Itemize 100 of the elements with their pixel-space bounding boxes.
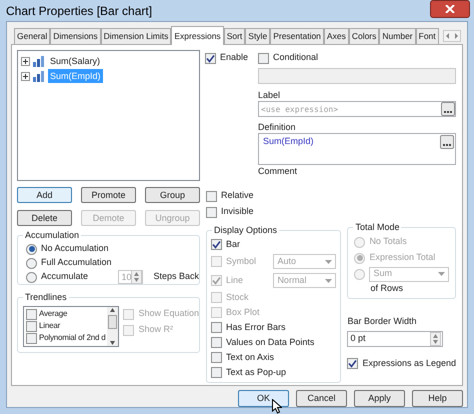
radio-label: No Accumulation	[41, 242, 110, 256]
checkbox-label: Average	[39, 308, 68, 320]
radio-button[interactable]	[26, 244, 37, 254]
field-label: Label	[258, 89, 282, 101]
tab[interactable]: Sort	[224, 28, 246, 44]
spin-buttons[interactable]	[430, 332, 442, 346]
checkbox-label: Conditional	[273, 51, 318, 64]
radio-label: Expression Total	[369, 251, 436, 264]
button[interactable]: Group	[145, 187, 200, 203]
tab[interactable]: Style	[245, 28, 270, 44]
check-icon	[212, 276, 221, 285]
caret-icon	[325, 260, 332, 264]
cursor-icon	[272, 399, 282, 414]
group-text: of Rows	[369, 282, 404, 295]
checkbox-label: Stock	[226, 290, 249, 304]
checkbox-label: Has Error Bars	[226, 320, 286, 334]
checkbox[interactable]	[26, 320, 37, 332]
button[interactable]: Add	[17, 187, 72, 203]
dropdown-value: Auto	[277, 254, 296, 268]
button[interactable]: Cancel	[296, 390, 347, 407]
field-label: Comment	[258, 165, 298, 177]
caret-icon	[438, 272, 445, 276]
checkbox[interactable]	[211, 239, 222, 250]
checkbox-label: Invisible	[221, 205, 254, 218]
checkbox[interactable]	[211, 367, 222, 378]
checkbox-label: Relative	[221, 189, 254, 202]
dropdown-value: Sum	[373, 267, 392, 280]
radio-button[interactable]	[26, 258, 37, 268]
checkbox-label: Enable	[220, 51, 248, 64]
checkbox[interactable]	[211, 322, 222, 333]
checkbox-label: Expressions as Legend	[362, 356, 456, 370]
checkbox-label: Show R²	[138, 323, 173, 336]
checkbox-label: Text as Pop-up	[226, 366, 286, 379]
scrollbar[interactable]	[107, 307, 118, 346]
radio-label: Accumulate	[41, 270, 90, 284]
checkbox[interactable]	[205, 52, 216, 64]
field-label: Bar Border Width	[347, 315, 418, 328]
checkbox-label: Line	[226, 274, 244, 287]
tab[interactable]: Dimensions	[50, 28, 101, 44]
check-icon	[206, 54, 215, 62]
spin-buttons[interactable]	[131, 270, 142, 284]
label-field[interactable]: <use expression>	[258, 101, 456, 117]
expand-icon	[21, 56, 30, 66]
close-icon	[445, 5, 455, 13]
bar-chart-icon	[33, 56, 45, 66]
checkbox[interactable]	[26, 308, 37, 320]
field-label: Definition	[258, 121, 297, 133]
checkbox[interactable]	[211, 337, 222, 348]
tab[interactable]: Expressions	[171, 26, 224, 45]
button[interactable]: Promote	[81, 187, 136, 203]
tab[interactable]: Font	[416, 28, 439, 44]
checkbox-label: Box Plot	[226, 306, 260, 319]
checkbox[interactable]	[211, 352, 222, 363]
radio-label: Full Accumulation	[41, 256, 113, 270]
radio-label: No Totals	[369, 235, 407, 248]
field-value: 0 pt	[349, 332, 366, 345]
checkbox-label: Values on Data Points	[226, 336, 314, 349]
tab[interactable]: Axes	[324, 28, 349, 44]
dropdown-value: Normal	[277, 274, 306, 287]
up-arrow-icon	[109, 307, 116, 313]
tab[interactable]: General	[14, 28, 50, 44]
window-title: Chart Properties [Bar chart]	[6, 2, 152, 20]
checkbox[interactable]	[258, 52, 269, 64]
checkbox[interactable]	[26, 332, 37, 344]
tree-item[interactable]: Sum(Salary)	[48, 54, 102, 68]
tab[interactable]: Presentation	[270, 28, 324, 44]
checkbox[interactable]	[347, 358, 358, 369]
down-arrow-icon	[109, 340, 116, 346]
tab[interactable]: Colors	[348, 28, 380, 44]
button[interactable]: Delete	[17, 210, 72, 226]
checkbox[interactable]	[206, 206, 217, 218]
checkbox-label: Symbol	[226, 254, 256, 268]
expand-icon	[21, 72, 30, 80]
definition-field[interactable]: Sum(EmpId)	[258, 133, 456, 165]
checkbox[interactable]	[206, 190, 217, 202]
caret-icon	[325, 278, 332, 282]
checkbox-label: Linear	[39, 320, 60, 332]
check-icon	[348, 359, 358, 368]
check-icon	[212, 240, 221, 249]
checkbox-label: Polynomial of 2nd d	[39, 332, 106, 344]
scroll-thumb[interactable]	[108, 315, 118, 329]
checkbox-label: Text on Axis	[226, 350, 274, 364]
steps-value: 10	[120, 271, 132, 283]
steps-label: Steps Back	[153, 270, 199, 284]
definition-text: Sum(EmpId)	[262, 135, 315, 148]
ellipsis-button[interactable]	[440, 135, 454, 149]
left-arrow-icon	[444, 31, 452, 41]
close-button[interactable]	[430, 0, 470, 18]
checkbox-label: Bar	[226, 238, 240, 251]
tab[interactable]: Dimension Limits	[100, 28, 172, 44]
checkbox-label: Show Equation	[138, 307, 199, 320]
tab[interactable]: Number	[379, 28, 416, 44]
button[interactable]: Help	[412, 390, 463, 407]
radio-button[interactable]	[26, 272, 37, 282]
bar-chart-icon	[33, 70, 45, 82]
border-width-field[interactable]: 0 pt	[347, 330, 444, 346]
button[interactable]: OK	[238, 390, 289, 407]
ellipsis-button[interactable]	[441, 102, 455, 116]
button[interactable]: Apply	[354, 390, 405, 407]
tab-scroll-buttons[interactable]	[442, 30, 461, 42]
